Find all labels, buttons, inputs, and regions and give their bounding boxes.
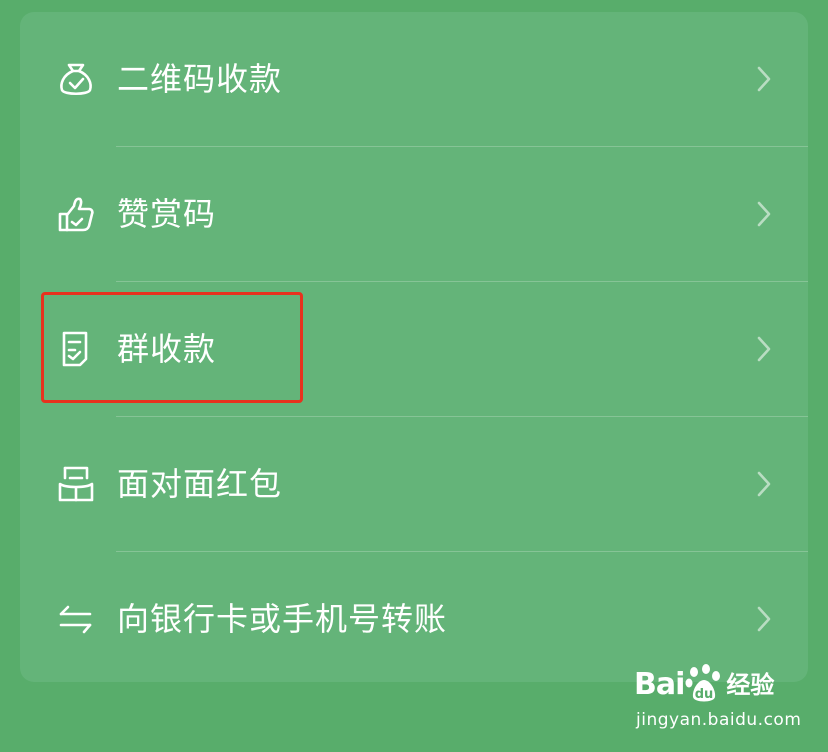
baidu-jingyan-watermark: Bai du 经验 jingyan.baidu.com bbox=[634, 662, 801, 742]
transfer-arrows-icon bbox=[56, 599, 96, 639]
chevron-right-icon bbox=[757, 66, 771, 92]
chevron-right-icon bbox=[757, 471, 771, 497]
svg-text:du: du bbox=[695, 687, 714, 702]
menu-item-label: 向银行卡或手机号转账 bbox=[117, 600, 448, 638]
watermark-url: jingyan.baidu.com bbox=[636, 710, 802, 730]
watermark-logo: Bai du 经验 bbox=[634, 662, 774, 708]
menu-item-label: 赞赏码 bbox=[117, 195, 217, 233]
menu-item-label: 面对面红包 bbox=[117, 465, 283, 503]
red-packet-icon bbox=[56, 464, 96, 504]
money-bag-icon bbox=[56, 59, 96, 99]
chevron-right-icon bbox=[757, 606, 771, 632]
watermark-brand-suffix: 经验 bbox=[726, 671, 775, 699]
chevron-right-icon bbox=[757, 201, 771, 227]
highlight-box bbox=[41, 292, 303, 403]
watermark-brand-prefix: Bai bbox=[634, 667, 685, 702]
thumbs-up-icon bbox=[56, 194, 96, 234]
paw-icon: du bbox=[685, 664, 721, 702]
menu-item-face-to-face-red-packet[interactable]: 面对面红包 bbox=[20, 417, 808, 551]
menu-item-qr-code-collection[interactable]: 二维码收款 bbox=[20, 12, 808, 146]
menu-item-appreciation-code[interactable]: 赞赏码 bbox=[20, 147, 808, 281]
chevron-right-icon bbox=[757, 336, 771, 362]
menu-item-label: 二维码收款 bbox=[117, 60, 283, 98]
